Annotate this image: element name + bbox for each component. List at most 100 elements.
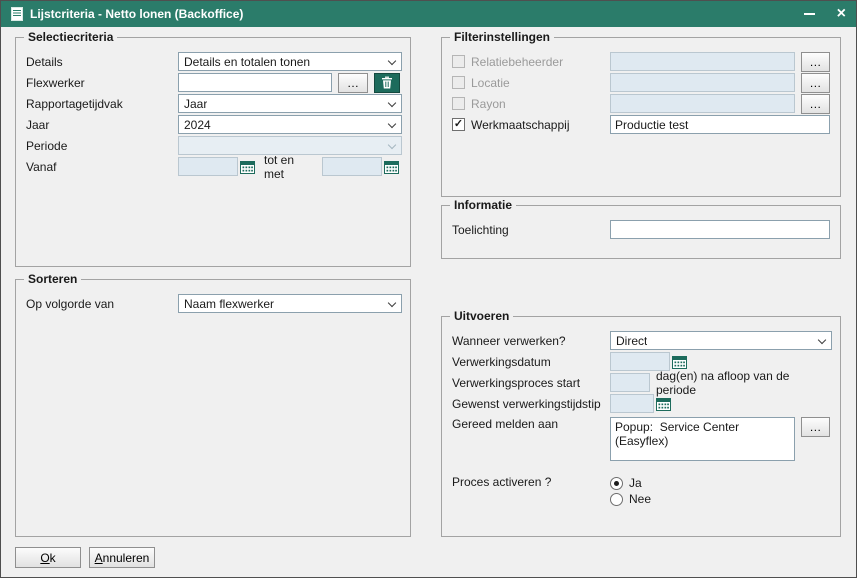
group-informatie: Informatie Toelichting [441,205,841,259]
trash-icon [381,76,393,89]
proces-activeren-nee-radio[interactable] [610,493,623,506]
vanaf-label: Vanaf [26,160,178,174]
gereed-melden-listbox[interactable]: Popup: Service Center (Easyflex) [610,417,795,461]
window-title: Lijstcriteria - Netto lonen (Backoffice) [30,7,243,21]
group-sorteren: Sorteren Op volgorde van Naam flexwerker [15,279,411,537]
op-volgorde-dropdown[interactable]: Naam flexwerker [178,294,402,313]
titlebar: Lijstcriteria - Netto lonen (Backoffice)… [1,1,856,27]
verwerkingsproces-start-input [610,373,650,392]
werkmaatschappij-row: ✓ Werkmaatschappij [452,114,830,135]
minimize-icon[interactable] [804,13,815,15]
group-selectiecriteria: Selectiecriteria Details Details en tota… [15,37,411,267]
periode-row: Periode [26,135,400,156]
chevron-down-icon [388,120,396,128]
op-volgorde-row: Op volgorde van Naam flexwerker [26,293,400,314]
details-dropdown[interactable]: Details en totalen tonen [178,52,402,71]
group-filterinstellingen: Filterinstellingen Relatiebeheerder … Lo… [441,37,841,197]
rayon-row: Rayon … [452,93,830,114]
werkmaatschappij-input[interactable] [610,115,830,134]
toelichting-input[interactable] [610,220,830,239]
calendar-icon [240,160,255,174]
flexwerker-clear-button[interactable] [374,73,400,93]
rapportagetijdvak-label: Rapportagetijdvak [26,97,178,111]
vanaf-row: Vanaf [26,156,400,177]
rayon-label: Rayon [471,97,506,111]
periode-dropdown [178,136,402,155]
relatiebeheerder-checkbox [452,55,465,68]
proces-activeren-ja-label: Ja [629,476,642,490]
gereed-melden-browse-button[interactable]: … [801,417,830,437]
chevron-down-icon [818,336,826,344]
locatie-browse-button[interactable]: … [801,73,830,93]
gewenst-verwerkingstijdstip-input [610,394,654,413]
jaar-row: Jaar 2024 [26,114,400,135]
op-volgorde-label: Op volgorde van [26,297,178,311]
calendar-icon [656,397,671,411]
locatie-checkbox [452,76,465,89]
verwerkingsdatum-label: Verwerkingsdatum [452,355,610,369]
chevron-down-icon [388,141,396,149]
locatie-input [610,73,795,92]
flexwerker-label: Flexwerker [26,76,178,90]
locatie-row: Locatie … [452,72,830,93]
relatiebeheerder-row: Relatiebeheerder … [452,51,830,72]
calendar-icon [672,355,687,369]
tot-en-met-label: tot en met [264,153,314,181]
locatie-label: Locatie [471,76,510,90]
wanneer-verwerken-row: Wanneer verwerken? Direct [452,330,830,351]
check-icon: ✓ [454,119,463,130]
wanneer-verwerken-dropdown[interactable]: Direct [610,331,832,350]
toelichting-row: Toelichting [452,219,830,240]
proces-activeren-label: Proces activeren ? [452,475,610,489]
flexwerker-row: Flexwerker … [26,72,400,93]
vanaf-calendar-button[interactable] [238,158,256,176]
cancel-button[interactable]: Annuleren [89,547,155,568]
window-icon [11,7,23,21]
verwerkingsproces-start-label: Verwerkingsproces start [452,376,610,390]
chevron-down-icon [388,57,396,65]
toelichting-label: Toelichting [452,223,610,237]
periode-label: Periode [26,139,178,153]
rapportagetijdvak-row: Rapportagetijdvak Jaar [26,93,400,114]
group-legend: Informatie [450,198,516,212]
vanaf-date-input [178,157,238,176]
group-uitvoeren: Uitvoeren Wanneer verwerken? Direct Verw… [441,316,841,537]
group-legend: Uitvoeren [450,309,513,323]
flexwerker-browse-button[interactable]: … [338,73,368,93]
proces-activeren-nee-label: Nee [629,492,651,506]
relatiebeheerder-label: Relatiebeheerder [471,55,563,69]
relatiebeheerder-input [610,52,795,71]
gewenst-verwerkingstijdstip-label: Gewenst verwerkingstijdstip [452,397,610,411]
group-legend: Selectiecriteria [24,30,117,44]
close-icon[interactable]: × [837,6,846,22]
rapportagetijdvak-dropdown[interactable]: Jaar [178,94,402,113]
werkmaatschappij-label: Werkmaatschappij [471,118,569,132]
chevron-down-icon [388,99,396,107]
rayon-checkbox [452,97,465,110]
verwerkingsproces-start-suffix: dag(en) na afloop van de periode [656,369,830,397]
ok-button[interactable]: Ok [15,547,81,568]
dialog-window: Lijstcriteria - Netto lonen (Backoffice)… [0,0,857,578]
gewenst-verwerkingstijdstip-calendar-button[interactable] [654,395,672,413]
gereed-melden-label: Gereed melden aan [452,417,610,431]
proces-activeren-ja-radio[interactable] [610,477,623,490]
flexwerker-input[interactable] [178,73,332,92]
jaar-label: Jaar [26,118,178,132]
tot-en-met-calendar-button[interactable] [382,158,400,176]
wanneer-verwerken-label: Wanneer verwerken? [452,334,610,348]
tot-en-met-date-input [322,157,382,176]
group-legend: Filterinstellingen [450,30,554,44]
werkmaatschappij-checkbox[interactable]: ✓ [452,118,465,131]
details-label: Details [26,55,178,69]
calendar-icon [384,160,399,174]
jaar-dropdown[interactable]: 2024 [178,115,402,134]
rayon-browse-button[interactable]: … [801,94,830,114]
relatiebeheerder-browse-button[interactable]: … [801,52,830,72]
proces-activeren-row: Proces activeren ? Ja Nee [452,475,830,507]
rayon-input [610,94,795,113]
group-legend: Sorteren [24,272,81,286]
details-row: Details Details en totalen tonen [26,51,400,72]
chevron-down-icon [388,299,396,307]
verwerkingsproces-start-row: Verwerkingsproces start dag(en) na afloo… [452,372,830,393]
gereed-melden-row: Gereed melden aan Popup: Service Center … [452,417,830,461]
